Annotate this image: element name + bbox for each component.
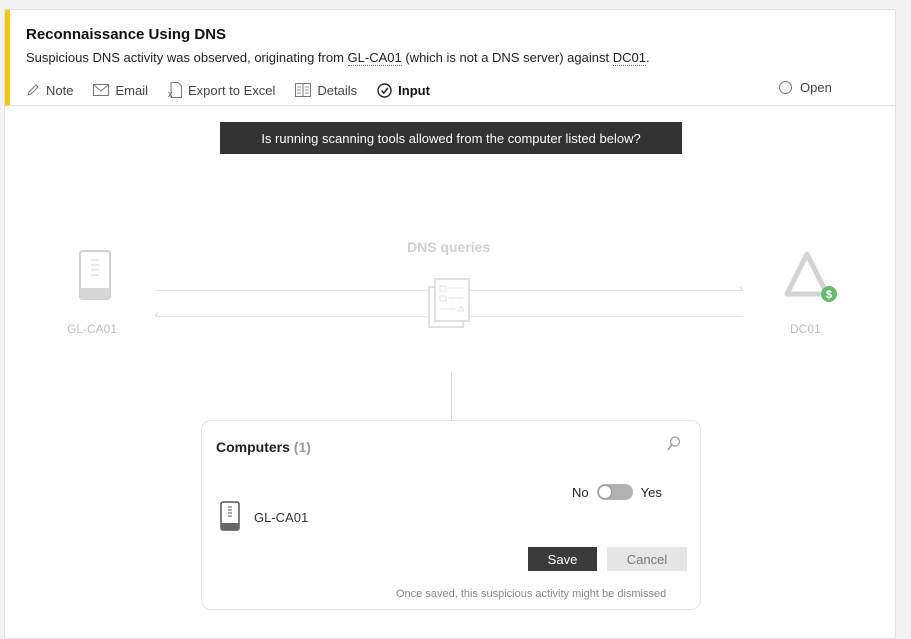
export-excel-label: Export to Excel bbox=[187, 82, 276, 98]
panel-count: (1) bbox=[293, 439, 311, 455]
connector-line bbox=[451, 372, 452, 420]
desc-mid: (which is not a DNS server) against bbox=[401, 50, 613, 65]
source-entity-link[interactable]: GL-CA01 bbox=[347, 50, 402, 66]
check-circle-icon bbox=[377, 82, 392, 98]
target-entity-link[interactable]: DC01 bbox=[612, 50, 646, 66]
pencil-icon bbox=[26, 83, 40, 97]
arrow-left-icon: ‹ bbox=[155, 309, 159, 321]
footnote: Once saved, this suspicious activity mig… bbox=[396, 588, 667, 600]
desc-pre: Suspicious DNS activity was observed, or… bbox=[26, 50, 348, 65]
svg-text:$: $ bbox=[826, 289, 832, 301]
target-node-label[interactable]: DC01 bbox=[790, 322, 821, 336]
svg-text:x: x bbox=[168, 89, 173, 98]
alert-header: Reconnaissance Using DNS Suspicious DNS … bbox=[5, 10, 895, 106]
question-banner: Is running scanning tools allowed from t… bbox=[220, 122, 682, 154]
allowed-toggle-group: No Yes bbox=[572, 484, 662, 500]
input-label: Input bbox=[398, 82, 430, 98]
email-button[interactable]: Email bbox=[93, 83, 148, 98]
note-label: Note bbox=[46, 82, 74, 98]
allowed-toggle[interactable] bbox=[596, 484, 633, 500]
desc-post: . bbox=[645, 50, 650, 65]
radio-icon[interactable] bbox=[779, 81, 792, 94]
source-node-label[interactable]: GL-CA01 bbox=[67, 322, 117, 336]
panel-title: Computers (1) bbox=[216, 439, 311, 455]
note-button[interactable]: Note bbox=[26, 83, 73, 98]
toggle-yes-label: Yes bbox=[640, 484, 662, 500]
status-label: Open bbox=[800, 80, 832, 95]
status-open-option[interactable]: Open bbox=[779, 80, 832, 95]
documents-icon bbox=[427, 275, 473, 336]
action-bar: Note Email x Export to Excel Details Inp… bbox=[26, 80, 450, 100]
details-icon bbox=[295, 83, 312, 97]
computer-icon bbox=[220, 501, 240, 534]
details-label: Details bbox=[317, 82, 358, 98]
alert-card: Reconnaissance Using DNS Suspicious DNS … bbox=[4, 9, 896, 639]
alert-title: Reconnaissance Using DNS bbox=[26, 26, 227, 43]
toggle-no-label: No bbox=[572, 484, 589, 500]
excel-icon: x bbox=[168, 82, 182, 98]
computer-name[interactable]: GL-CA01 bbox=[254, 510, 308, 525]
list-item[interactable]: GL-CA01 bbox=[220, 501, 308, 534]
input-button[interactable]: Input bbox=[377, 83, 430, 98]
computers-panel: Computers (1) No Yes GL-CA01 Save Cancel… bbox=[201, 420, 701, 610]
cancel-button[interactable]: Cancel bbox=[607, 547, 687, 571]
computer-icon bbox=[79, 250, 111, 307]
export-excel-button[interactable]: x Export to Excel bbox=[168, 82, 275, 98]
arrow-right-icon: › bbox=[739, 283, 743, 295]
envelope-icon bbox=[93, 84, 110, 96]
save-button[interactable]: Save bbox=[528, 547, 597, 571]
details-button[interactable]: Details bbox=[295, 83, 357, 98]
search-icon[interactable] bbox=[667, 436, 681, 457]
alert-description: Suspicious DNS activity was observed, or… bbox=[26, 50, 650, 66]
activity-diagram: GL-CA01 DNS queries › ‹ $ DC01 bbox=[5, 160, 895, 410]
edge-label: DNS queries bbox=[407, 239, 491, 255]
domain-controller-icon: $ bbox=[779, 248, 839, 311]
toggle-knob bbox=[597, 485, 612, 499]
panel-title-text: Computers bbox=[216, 439, 290, 455]
email-label: Email bbox=[115, 82, 148, 98]
